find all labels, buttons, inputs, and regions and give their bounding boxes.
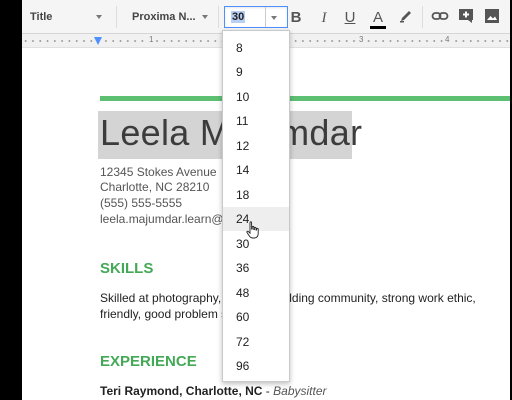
font-size-input[interactable]: 30: [224, 6, 288, 28]
font-size-option[interactable]: 8: [223, 36, 289, 60]
phone-line[interactable]: (555) 555-5555: [100, 196, 182, 211]
font-size-option[interactable]: 9: [223, 60, 289, 84]
job-employer: Teri Raymond, Charlotte, NC: [100, 384, 263, 398]
font-size-option[interactable]: 11: [223, 109, 289, 133]
ruler-number: 4: [444, 35, 451, 44]
font-size-option[interactable]: 14: [223, 158, 289, 182]
font-size-option[interactable]: 36: [223, 256, 289, 280]
text-color-swatch: [370, 26, 386, 29]
chevron-down-icon: [96, 15, 102, 19]
toolbar-divider: [116, 6, 117, 28]
address-line[interactable]: 12345 Stokes Avenue: [100, 165, 217, 180]
font-family-select[interactable]: Proxima N...: [126, 6, 212, 28]
job-separator: -: [262, 384, 274, 398]
font-size-option[interactable]: 18: [223, 183, 289, 207]
formatting-toolbar: Title Proxima N... 30 B I U A: [22, 0, 510, 34]
underline-button[interactable]: U: [340, 8, 360, 28]
font-size-option[interactable]: 12: [223, 134, 289, 158]
chevron-down-icon: [202, 15, 208, 19]
toolbar-divider: [422, 6, 423, 28]
paragraph-style-select[interactable]: Title: [24, 6, 106, 28]
link-icon[interactable]: [430, 8, 450, 28]
toolbar-divider: [218, 6, 219, 28]
add-comment-icon[interactable]: [456, 8, 476, 28]
skills-heading[interactable]: SKILLS: [100, 260, 153, 277]
font-size-option[interactable]: 72: [223, 330, 289, 354]
bold-button[interactable]: B: [286, 8, 306, 28]
highlighter-icon[interactable]: [396, 8, 416, 28]
text-color-button[interactable]: A: [368, 8, 388, 29]
job-entry[interactable]: Teri Raymond, Charlotte, NC - Babysitter: [100, 384, 327, 398]
hand-cursor-icon: [246, 221, 259, 239]
font-size-option[interactable]: 10: [223, 85, 289, 109]
font-size-option[interactable]: 48: [223, 281, 289, 305]
font-size-value: 30: [231, 11, 246, 23]
paragraph-style-value: Title: [30, 11, 53, 23]
font-size-menu: 8 9 10 11 12 14 18 24 30 36 48 60 72 96: [222, 30, 290, 382]
text-color-label: A: [372, 9, 383, 26]
font-size-option[interactable]: 96: [223, 354, 289, 378]
ruler-number: 1: [148, 35, 155, 44]
address-line[interactable]: Charlotte, NC 28210: [100, 180, 209, 195]
job-title: Babysitter: [273, 384, 327, 398]
image-icon[interactable]: [482, 8, 502, 28]
ruler-number: 3: [358, 35, 365, 44]
italic-button[interactable]: I: [314, 8, 334, 28]
chevron-down-icon[interactable]: [271, 16, 277, 20]
experience-heading[interactable]: EXPERIENCE: [100, 353, 197, 370]
editor-window: Title Proxima N... 30 B I U A 1 3 4 Leel…: [22, 0, 510, 400]
font-family-value: Proxima N...: [132, 11, 196, 23]
font-size-option[interactable]: 60: [223, 305, 289, 329]
header-divider: [100, 96, 510, 101]
